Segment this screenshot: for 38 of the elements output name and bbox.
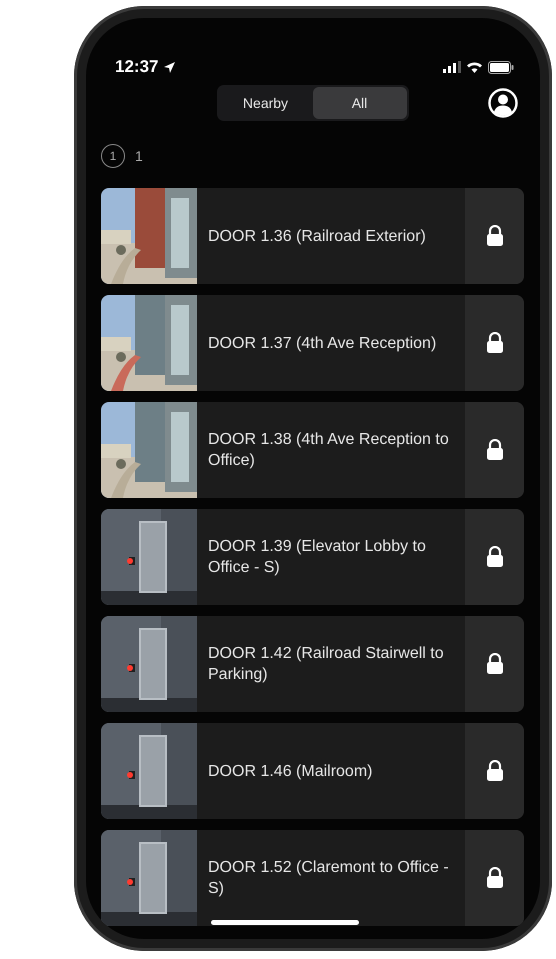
segment-tab[interactable]: Nearby bbox=[218, 87, 312, 119]
lock-icon bbox=[486, 225, 504, 247]
lock-button[interactable] bbox=[465, 295, 524, 391]
door-name: DOOR 1.38 (4th Ave Reception to Office) bbox=[207, 430, 450, 471]
door-card[interactable]: DOOR 1.46 (Mailroom) bbox=[101, 723, 524, 819]
lock-icon bbox=[486, 546, 504, 568]
door-name: DOOR 1.46 (Mailroom) bbox=[207, 762, 374, 782]
lock-icon bbox=[486, 867, 504, 889]
door-name: DOOR 1.42 (Railroad Stairwell to Parking) bbox=[207, 644, 445, 685]
door-name: DOOR 1.37 (4th Ave Reception) bbox=[207, 334, 438, 354]
lock-icon bbox=[486, 439, 504, 461]
count-badge: 1 bbox=[101, 144, 125, 168]
count-label: 1 bbox=[135, 148, 143, 164]
segment-tab[interactable]: All bbox=[312, 87, 406, 119]
door-card[interactable]: DOOR 1.52 (Claremont to Office - S) bbox=[101, 830, 524, 926]
lock-button[interactable] bbox=[465, 723, 524, 819]
lock-button[interactable] bbox=[465, 830, 524, 926]
door-card[interactable]: DOOR 1.37 (4th Ave Reception) bbox=[101, 295, 524, 391]
lock-icon bbox=[486, 653, 504, 675]
wifi-icon bbox=[466, 61, 483, 73]
lock-button[interactable] bbox=[465, 402, 524, 498]
battery-icon bbox=[488, 60, 514, 74]
door-card[interactable]: DOOR 1.38 (4th Ave Reception to Office) bbox=[101, 402, 524, 498]
door-card[interactable]: DOOR 1.36 (Railroad Exterior) bbox=[101, 188, 524, 284]
lock-icon bbox=[486, 760, 504, 782]
profile-icon[interactable] bbox=[488, 88, 518, 118]
lock-icon bbox=[486, 332, 504, 354]
lock-button[interactable] bbox=[465, 509, 524, 605]
signal-icon bbox=[443, 61, 461, 73]
lock-button[interactable] bbox=[465, 616, 524, 712]
lock-button[interactable] bbox=[465, 188, 524, 284]
door-card[interactable]: DOOR 1.39 (Elevator Lobby to Office - S) bbox=[101, 509, 524, 605]
door-name: DOOR 1.39 (Elevator Lobby to Office - S) bbox=[207, 537, 427, 578]
location-arrow-icon bbox=[163, 60, 176, 74]
door-card[interactable]: DOOR 1.42 (Railroad Stairwell to Parking) bbox=[101, 616, 524, 712]
door-name: DOOR 1.52 (Claremont to Office - S) bbox=[207, 858, 450, 899]
status-time: 12:37 bbox=[115, 57, 158, 77]
door-name: DOOR 1.36 (Railroad Exterior) bbox=[207, 226, 427, 246]
